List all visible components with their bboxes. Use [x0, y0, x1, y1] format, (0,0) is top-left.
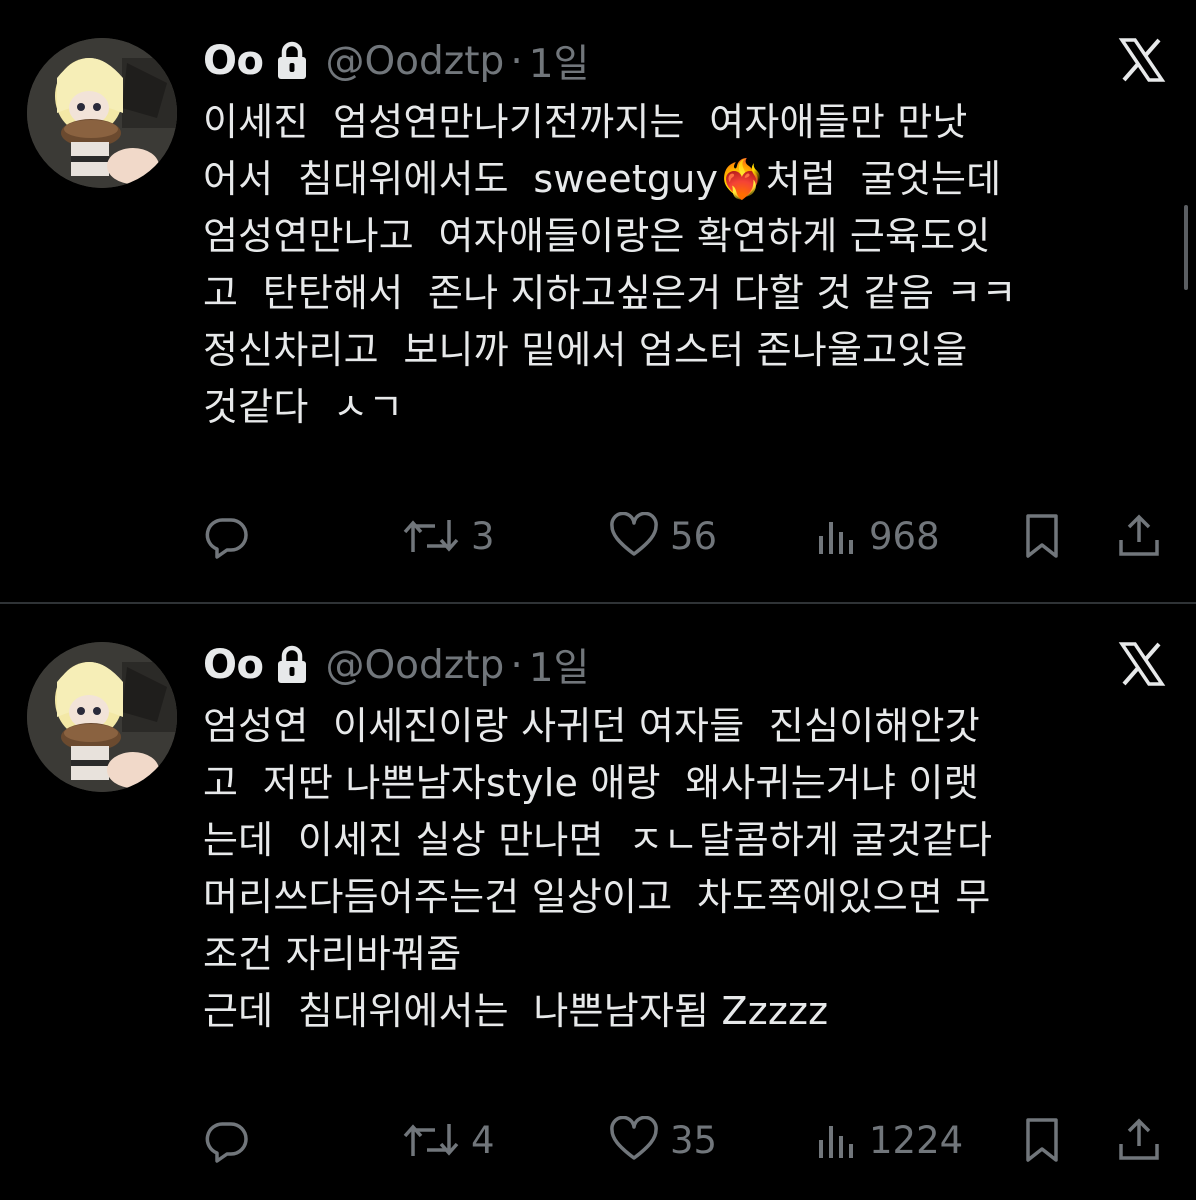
views-icon	[815, 1116, 859, 1164]
avatar[interactable]	[27, 38, 177, 188]
share-button[interactable]	[1115, 1112, 1163, 1168]
heart-icon	[608, 1116, 660, 1164]
user-handle[interactable]: @Oodztp	[325, 643, 504, 688]
bookmark-button[interactable]	[1020, 1112, 1064, 1168]
tweet-text-line: 근데 침대위에서는 나쁜남자됨 Zzzzz	[203, 989, 829, 1033]
tweet-actions: 4 35 1224	[203, 1112, 1168, 1168]
tweet-text-line: 머리쓰다듬어주는건 일상이고 차도쪽에있으면 무	[203, 875, 991, 919]
separator-dot: ·	[510, 38, 523, 84]
retweet-button[interactable]: 4	[401, 1112, 495, 1168]
lock-icon	[275, 41, 309, 81]
timestamp[interactable]: 1일	[529, 33, 590, 89]
bookmark-icon	[1020, 512, 1064, 560]
separator-dot: ·	[510, 642, 523, 688]
views-button[interactable]: 968	[815, 508, 940, 564]
tweet-actions: 3 56 968	[203, 508, 1168, 564]
bookmark-icon	[1020, 1116, 1064, 1164]
like-count: 56	[670, 514, 718, 558]
tweet-text-line: 것같다 ㅅㄱ	[203, 385, 404, 429]
display-name[interactable]: Oo	[203, 642, 264, 688]
tweet-header: Oo @Oodztp · 1일	[203, 638, 589, 692]
share-button[interactable]	[1115, 508, 1163, 564]
avatar[interactable]	[27, 642, 177, 792]
x-logo-icon	[1118, 36, 1166, 84]
tweet-text-line: 조건 자리바꿔줌	[203, 932, 462, 976]
like-button[interactable]: 56	[608, 508, 717, 564]
tweet-header: Oo @Oodztp · 1일	[203, 34, 589, 88]
retweet-count: 4	[471, 1118, 495, 1162]
views-icon	[815, 512, 859, 560]
views-button[interactable]: 1224	[815, 1112, 963, 1168]
reply-icon	[203, 512, 251, 560]
tweet-text-line: 고 저딴 나쁜남자style 애랑 왜사귀는거냐 이랫	[203, 761, 979, 805]
retweet-icon	[401, 512, 461, 560]
x-logo-icon	[1118, 640, 1166, 688]
scrollbar[interactable]	[1184, 205, 1188, 290]
tweet[interactable]: Oo @Oodztp · 1일 이세진 엄성연만나기전까지는 여자애들만 만낫어…	[0, 0, 1196, 603]
tweet-text: 이세진 엄성연만나기전까지는 여자애들만 만낫어서 침대위에서도 sweetgu…	[203, 94, 1178, 436]
tweet-text-line: 엄성연 이세진이랑 사귀던 여자들 진심이해안갓	[203, 704, 980, 748]
reply-button[interactable]	[203, 508, 261, 564]
retweet-button[interactable]: 3	[401, 508, 495, 564]
views-count: 968	[869, 514, 940, 558]
retweet-count: 3	[471, 514, 495, 558]
user-handle[interactable]: @Oodztp	[325, 39, 504, 84]
timeline-feed: Oo @Oodztp · 1일 이세진 엄성연만나기전까지는 여자애들만 만낫어…	[0, 0, 1196, 1200]
lock-icon	[275, 645, 309, 685]
share-icon	[1115, 1116, 1163, 1164]
like-button[interactable]: 35	[608, 1112, 717, 1168]
tweet-text-line: 이세진 엄성연만나기전까지는 여자애들만 만낫	[203, 100, 968, 144]
tweet[interactable]: Oo @Oodztp · 1일 엄성연 이세진이랑 사귀던 여자들 진심이해안갓…	[0, 604, 1196, 1200]
tweet-text-line: 는데 이세진 실상 만나면 ㅈㄴ달콤하게 굴것같다	[203, 818, 993, 862]
display-name[interactable]: Oo	[203, 38, 264, 84]
share-icon	[1115, 512, 1163, 560]
tweet-text-line: 엄성연만나고 여자애들이랑은 확연하게 근육도잇	[203, 214, 991, 258]
heart-icon	[608, 512, 660, 560]
reply-button[interactable]	[203, 1112, 261, 1168]
reply-icon	[203, 1116, 251, 1164]
bookmark-button[interactable]	[1020, 508, 1064, 564]
tweet-text: 엄성연 이세진이랑 사귀던 여자들 진심이해안갓고 저딴 나쁜남자style 애…	[203, 698, 1178, 1040]
timestamp[interactable]: 1일	[529, 637, 590, 693]
views-count: 1224	[869, 1118, 964, 1162]
tweet-text-line: 어서 침대위에서도 sweetguy❤️‍🔥처럼 굴엇는데	[203, 157, 1002, 201]
tweet-text-line: 정신차리고 보니까 밑에서 엄스터 존나울고잇을	[203, 328, 968, 372]
tweet-text-line: 고 탄탄해서 존나 지하고싶은거 다할 것 같음 ㅋㅋ	[203, 271, 1017, 315]
retweet-icon	[401, 1116, 461, 1164]
like-count: 35	[670, 1118, 718, 1162]
